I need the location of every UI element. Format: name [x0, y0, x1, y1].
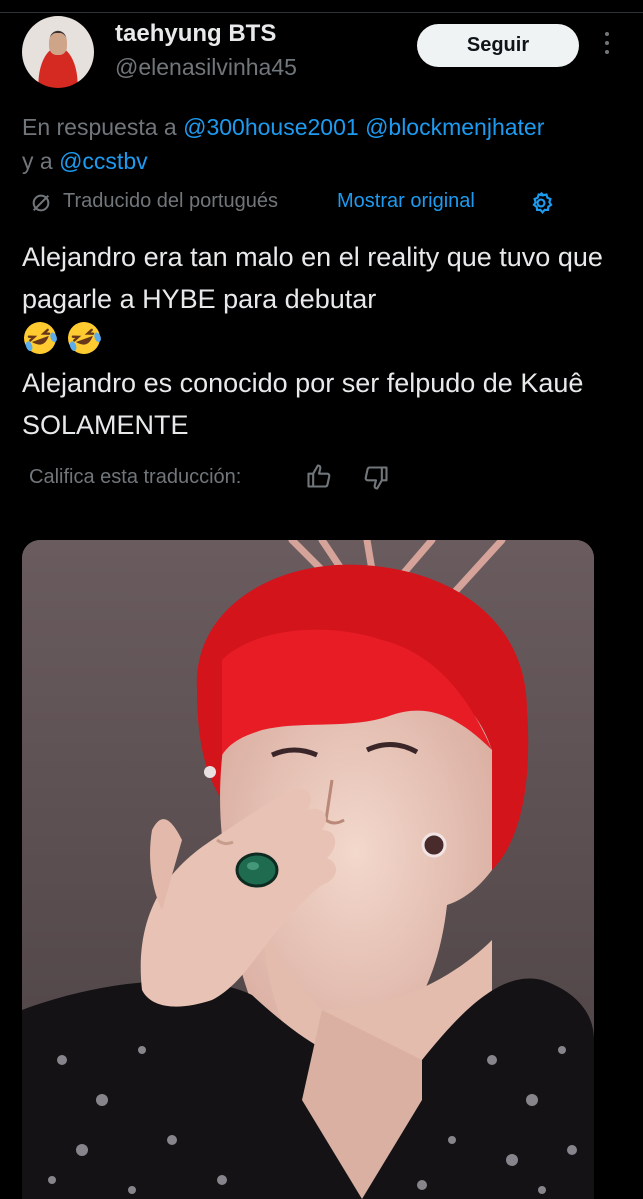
translate-icon	[32, 194, 50, 212]
tweet-line-1: Alejandro era tan malo en el reality que…	[22, 242, 603, 314]
translation-bar: Traducido del portugués Mostrar original	[30, 188, 590, 218]
top-divider	[0, 12, 643, 13]
rate-translation-bar: Califica esta traducción:	[29, 462, 429, 494]
reply-context: En respuesta a @300house2001 @blockmenjh…	[22, 110, 643, 178]
follow-button[interactable]: Seguir	[417, 24, 579, 67]
reply-and: y a	[22, 148, 60, 174]
emoji-row	[22, 320, 622, 362]
author-display-name[interactable]: taehyung BTS	[115, 20, 276, 48]
more-vertical-icon[interactable]	[600, 32, 614, 60]
mention-link-3[interactable]: @ccstbv	[59, 148, 148, 174]
thumbs-up-icon[interactable]	[305, 462, 333, 490]
reply-prefix: En respuesta a	[22, 114, 184, 140]
rolling-on-floor-laughing-emoji-icon	[68, 322, 101, 354]
author-handle[interactable]: @elenasilvinha45	[115, 54, 297, 81]
photo-performer-blowing-kiss	[22, 540, 594, 1199]
show-original-link[interactable]: Mostrar original	[337, 190, 475, 213]
tweet-media-image[interactable]	[22, 540, 594, 1199]
tweet-text: Alejandro era tan malo en el reality que…	[22, 236, 622, 446]
gear-icon[interactable]	[528, 190, 554, 216]
translation-label: Traducido del portugués	[63, 190, 278, 212]
tweet-header: taehyung BTS @elenasilvinha45 Seguir	[22, 16, 622, 92]
mention-link-2[interactable]: @blockmenjhater	[365, 114, 544, 140]
rate-translation-label: Califica esta traducción:	[29, 466, 242, 488]
mention-link-1[interactable]: @300house2001	[183, 114, 359, 140]
avatar[interactable]	[22, 16, 94, 88]
thumbs-down-icon[interactable]	[362, 464, 390, 492]
tweet-line-2: Alejandro es conocido por ser felpudo de…	[22, 368, 584, 440]
rolling-on-floor-laughing-emoji-icon	[24, 322, 57, 354]
